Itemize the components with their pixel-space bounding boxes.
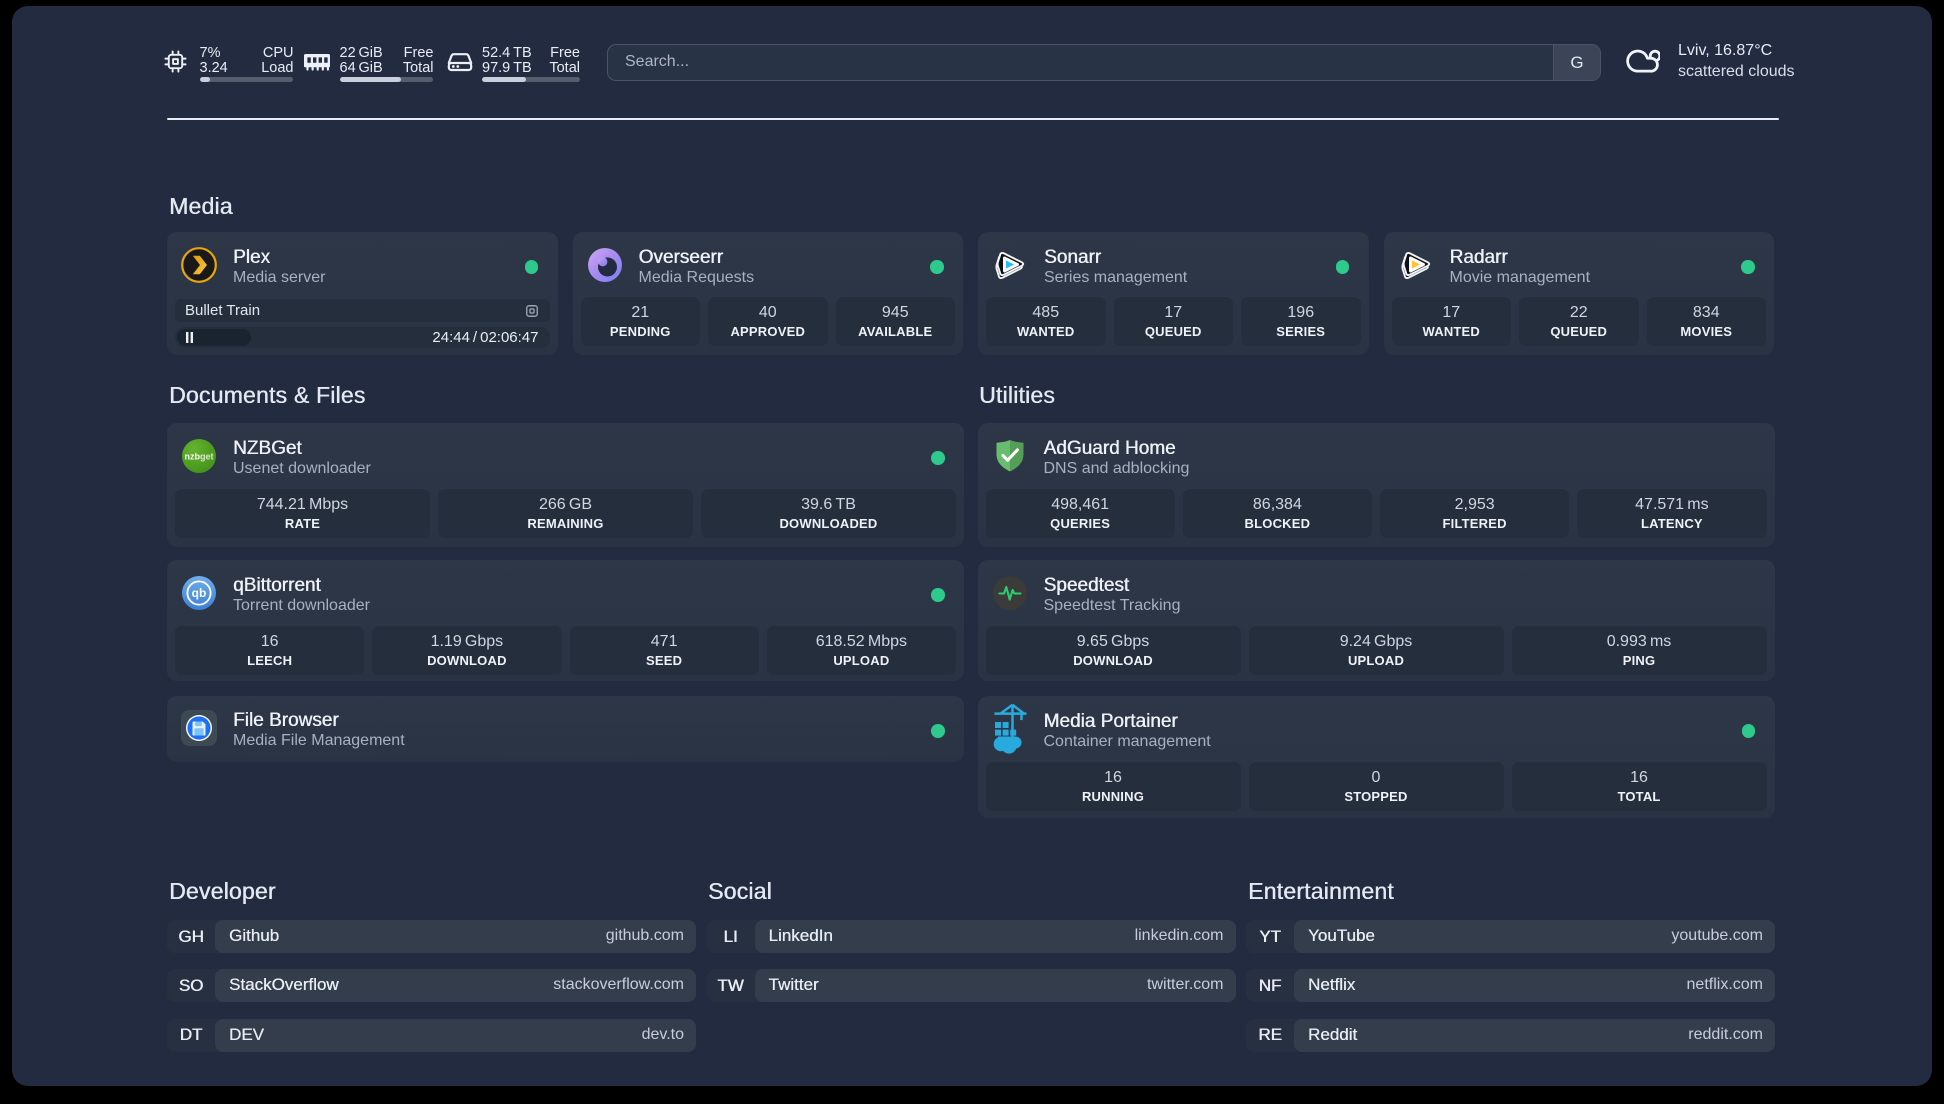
svg-text:nzbget: nzbget	[185, 452, 214, 462]
svg-text:qb: qb	[192, 586, 207, 600]
